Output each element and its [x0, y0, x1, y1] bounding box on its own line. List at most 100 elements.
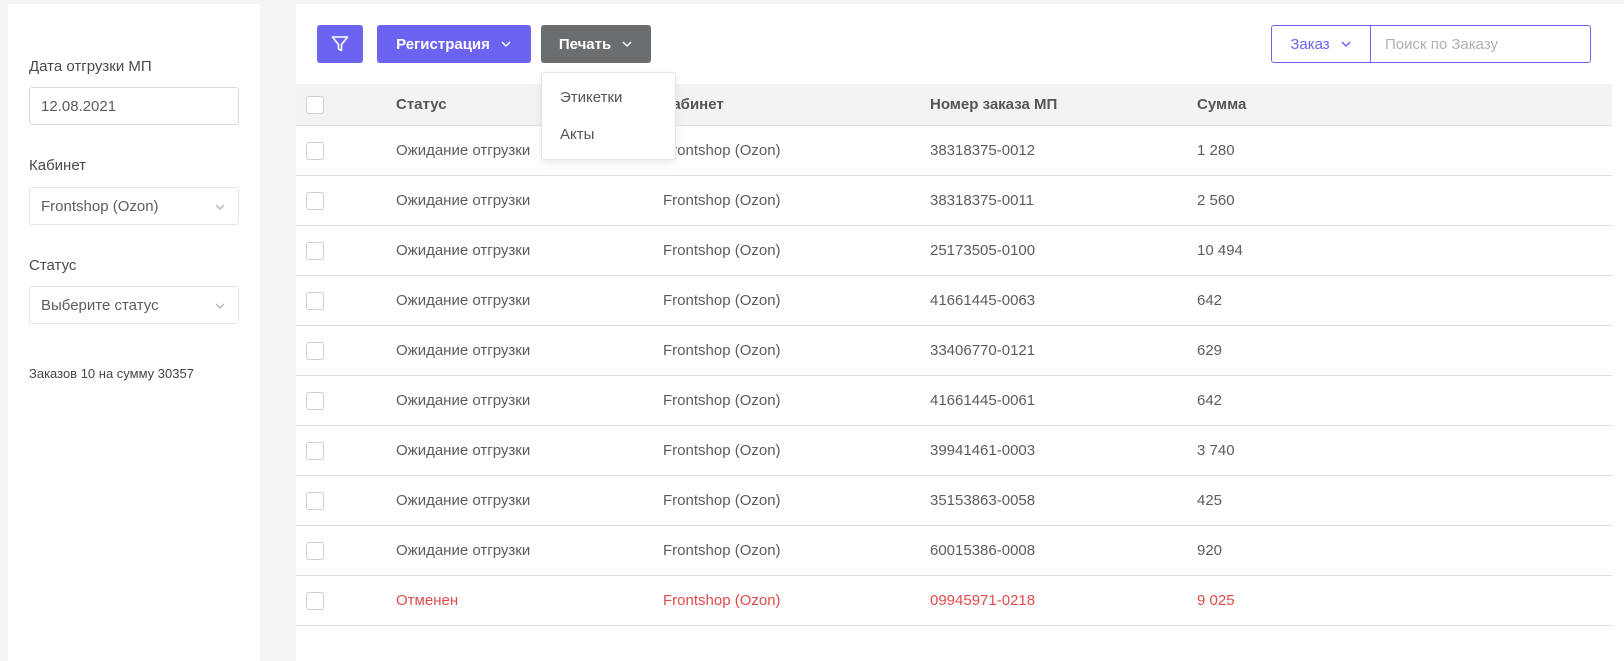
table-row[interactable]: Ожидание отгрузки Frontshop (Ozon) 38318… [296, 176, 1612, 226]
row-status: Ожидание отгрузки [396, 442, 531, 459]
column-header-status[interactable]: Статус [396, 96, 447, 113]
register-button-label: Регистрация [396, 35, 490, 53]
table-row[interactable]: Ожидание отгрузки Frontshop (Ozon) 35153… [296, 476, 1612, 526]
row-sum: 3 740 [1197, 442, 1235, 459]
row-order-number: 41661445-0063 [930, 292, 1036, 309]
chevron-down-icon [1341, 41, 1351, 48]
row-cabinet: Frontshop (Ozon) [663, 142, 781, 159]
print-button[interactable]: Печать [541, 25, 651, 63]
row-sum: 642 [1197, 392, 1223, 409]
row-checkbox-cell [306, 541, 324, 560]
cabinet-select[interactable]: Frontshop (Ozon) [29, 187, 239, 225]
search-type-label: Заказ [1290, 35, 1330, 53]
row-checkbox[interactable] [306, 291, 324, 310]
row-checkbox-cell [306, 291, 324, 310]
table-row[interactable]: Отменен Frontshop (Ozon) 09945971-0218 9… [296, 576, 1612, 626]
row-checkbox[interactable] [306, 491, 324, 510]
row-status: Ожидание отгрузки [396, 392, 531, 409]
row-checkbox[interactable] [306, 341, 324, 360]
row-cabinet: Frontshop (Ozon) [663, 192, 781, 209]
ship-date-value: 12.08.2021 [41, 97, 117, 115]
print-dropdown-menu: Этикетки Акты [541, 72, 676, 160]
search-input[interactable] [1371, 26, 1590, 62]
row-checkbox[interactable] [306, 241, 324, 260]
print-menu-item-labels[interactable]: Этикетки [560, 89, 622, 106]
row-status: Ожидание отгрузки [396, 492, 531, 509]
row-order-number: 25173505-0100 [930, 242, 1036, 259]
table-row[interactable]: Ожидание отгрузки Frontshop (Ozon) 38318… [296, 126, 1612, 176]
table-row[interactable]: Ожидание отгрузки Frontshop (Ozon) 39941… [296, 426, 1612, 476]
row-checkbox-cell [306, 141, 324, 160]
filter-button[interactable] [317, 25, 363, 63]
row-sum: 642 [1197, 292, 1223, 309]
row-checkbox-cell [306, 191, 324, 210]
ship-date-label: Дата отгрузки МП [29, 58, 152, 75]
column-header-sum[interactable]: Сумма [1197, 96, 1246, 113]
row-order-number: 38318375-0011 [930, 192, 1034, 209]
cabinet-label: Кабинет [29, 157, 87, 174]
row-cabinet: Frontshop (Ozon) [663, 392, 781, 409]
row-sum: 1 280 [1197, 142, 1235, 159]
row-status: Отменен [396, 592, 459, 609]
row-cabinet: Frontshop (Ozon) [663, 292, 781, 309]
row-order-number: 60015386-0008 [930, 542, 1036, 559]
column-header-order-number[interactable]: Номер заказа МП [930, 96, 1057, 113]
chevron-down-icon [215, 204, 225, 210]
print-menu-item-acts[interactable]: Акты [560, 126, 594, 143]
select-all-checkbox-cell [306, 95, 324, 114]
row-cabinet: Frontshop (Ozon) [663, 442, 781, 459]
status-placeholder: Выберите статус [41, 296, 159, 314]
row-checkbox-cell [306, 591, 324, 610]
filter-icon [331, 36, 349, 52]
print-button-label: Печать [558, 35, 612, 53]
row-checkbox-cell [306, 391, 324, 410]
row-cabinet: Frontshop (Ozon) [663, 592, 781, 609]
row-sum: 629 [1197, 342, 1223, 359]
row-checkbox[interactable] [306, 191, 324, 210]
orders-panel: Регистрация Печать Заказ Статус Кабинет … [296, 4, 1624, 661]
chevron-down-icon [501, 41, 511, 48]
row-sum: 425 [1197, 492, 1223, 509]
table-row[interactable]: Ожидание отгрузки Frontshop (Ozon) 41661… [296, 376, 1612, 426]
table-row[interactable]: Ожидание отгрузки Frontshop (Ozon) 41661… [296, 276, 1612, 326]
status-label: Статус [29, 257, 77, 274]
row-status: Ожидание отгрузки [396, 242, 531, 259]
row-order-number: 33406770-0121 [930, 342, 1036, 359]
row-sum: 920 [1197, 542, 1223, 559]
row-cabinet: Frontshop (Ozon) [663, 242, 781, 259]
row-status: Ожидание отгрузки [396, 192, 531, 209]
table-row[interactable]: Ожидание отгрузки Frontshop (Ozon) 60015… [296, 526, 1612, 576]
status-select[interactable]: Выберите статус [29, 286, 239, 324]
chevron-down-icon [215, 303, 225, 309]
row-status: Ожидание отгрузки [396, 142, 531, 159]
search-type-select[interactable]: Заказ [1272, 26, 1371, 62]
ship-date-field[interactable]: 12.08.2021 [29, 87, 239, 125]
row-cabinet: Frontshop (Ozon) [663, 492, 781, 509]
row-order-number: 41661445-0061 [930, 392, 1036, 409]
row-checkbox[interactable] [306, 591, 324, 610]
table-row[interactable]: Ожидание отгрузки Frontshop (Ozon) 33406… [296, 326, 1612, 376]
filter-panel: Дата отгрузки МП 12.08.2021 Кабинет Fron… [8, 4, 260, 661]
row-checkbox-cell [306, 441, 324, 460]
select-all-checkbox[interactable] [306, 95, 324, 114]
table-row[interactable]: Ожидание отгрузки Frontshop (Ozon) 25173… [296, 226, 1612, 276]
orders-table: Статус Кабинет Номер заказа МП Сумма Ожи… [296, 84, 1612, 626]
row-sum: 9 025 [1197, 592, 1235, 609]
orders-summary: Заказов 10 на сумму 30357 [29, 366, 194, 381]
row-checkbox-cell [306, 341, 324, 360]
row-sum: 10 494 [1197, 242, 1243, 259]
table-header: Статус Кабинет Номер заказа МП Сумма [296, 84, 1612, 126]
row-status: Ожидание отгрузки [396, 292, 531, 309]
row-sum: 2 560 [1197, 192, 1235, 209]
row-checkbox[interactable] [306, 541, 324, 560]
row-status: Ожидание отгрузки [396, 542, 531, 559]
register-button[interactable]: Регистрация [377, 25, 531, 63]
chevron-down-icon [622, 41, 632, 48]
cabinet-value: Frontshop (Ozon) [41, 197, 159, 215]
row-checkbox[interactable] [306, 391, 324, 410]
row-checkbox-cell [306, 241, 324, 260]
row-checkbox-cell [306, 491, 324, 510]
row-checkbox[interactable] [306, 141, 324, 160]
row-checkbox[interactable] [306, 441, 324, 460]
row-cabinet: Frontshop (Ozon) [663, 342, 781, 359]
